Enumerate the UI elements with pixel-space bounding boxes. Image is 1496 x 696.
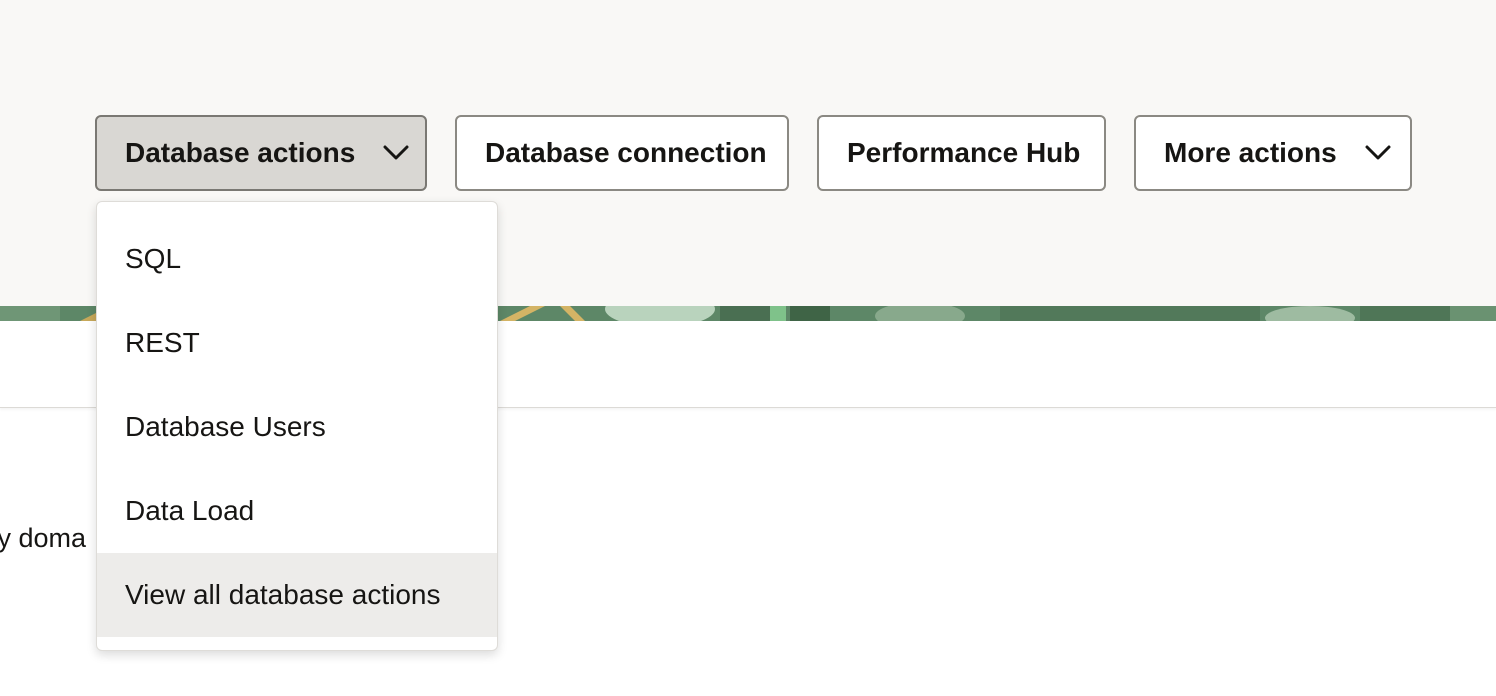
- database-actions-dropdown-menu: SQL REST Database Users Data Load View a…: [96, 201, 498, 651]
- chevron-down-icon: [1365, 145, 1391, 161]
- menu-item-label: Data Load: [125, 495, 255, 526]
- performance-hub-button[interactable]: Performance Hub: [817, 115, 1106, 191]
- menu-item-label: SQL: [125, 243, 182, 274]
- menu-item-label: Database Users: [125, 411, 326, 442]
- database-connection-button[interactable]: Database connection: [455, 115, 789, 191]
- database-actions-button[interactable]: Database actions: [95, 115, 427, 191]
- chevron-down-icon: [383, 145, 409, 161]
- menu-item-data-load[interactable]: Data Load: [97, 469, 497, 553]
- database-actions-label: Database actions: [125, 137, 356, 168]
- menu-item-label: REST: [125, 327, 200, 358]
- database-connection-label: Database connection: [485, 137, 767, 168]
- performance-hub-label: Performance Hub: [847, 137, 1081, 168]
- menu-item-sql[interactable]: SQL: [97, 217, 497, 301]
- menu-item-database-users[interactable]: Database Users: [97, 385, 497, 469]
- menu-item-label: View all database actions: [125, 579, 441, 610]
- more-actions-label: More actions: [1164, 137, 1337, 168]
- partial-body-text: ty doma: [0, 523, 87, 553]
- menu-item-rest[interactable]: REST: [97, 301, 497, 385]
- menu-item-view-all-database-actions[interactable]: View all database actions: [97, 553, 497, 637]
- more-actions-button[interactable]: More actions: [1134, 115, 1412, 191]
